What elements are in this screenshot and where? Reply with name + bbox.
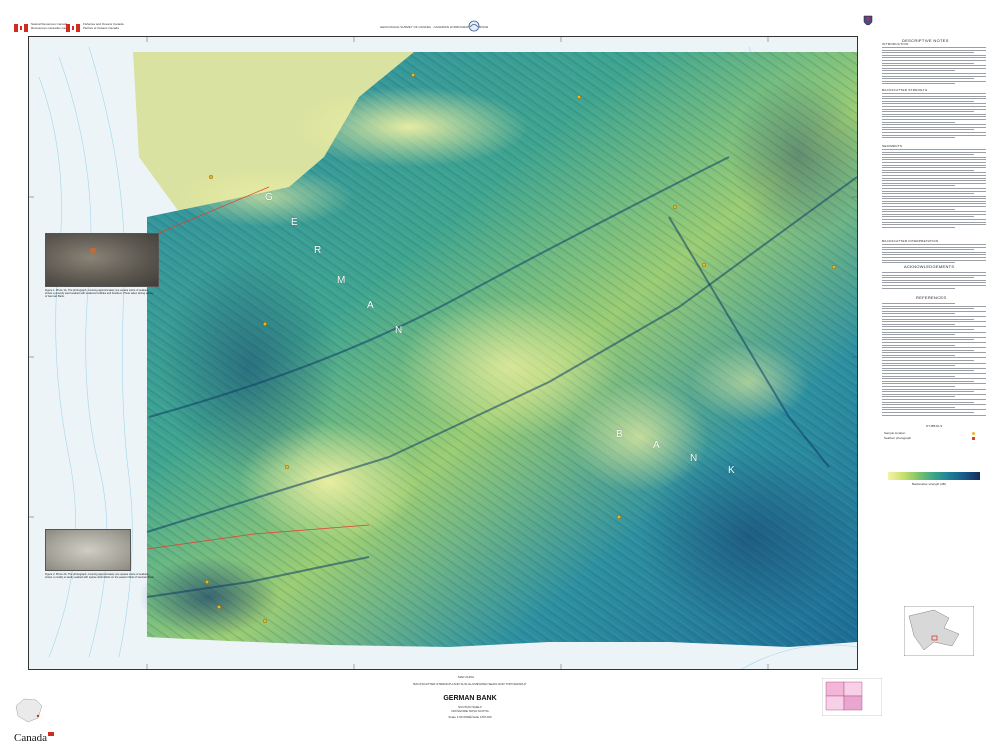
notes-section-title: INTRODUCTION [882, 42, 909, 46]
seafloor-photo-bottom[interactable] [45, 529, 131, 571]
map-number: MAP 2146A [458, 675, 474, 679]
map-label-letter: G [265, 192, 273, 203]
symbol-photo-label: Seafloor photograph [884, 436, 912, 440]
canada-flag-icon [14, 24, 28, 32]
map-label-letter: B [616, 429, 623, 440]
notes-text-block [882, 93, 986, 140]
seafloor-photo-top[interactable] [45, 233, 159, 287]
map-label-letter: A [367, 300, 374, 311]
photo-caption-top: Figure 1. Photo 1A. The photograph, cove… [45, 289, 154, 299]
map-label-letter: R [314, 245, 322, 256]
sample-point-icon [972, 432, 975, 435]
descriptive-notes: INTRODUCTION BACKSCATTER STRENGTH SEDIME… [882, 36, 986, 668]
notes-section-title: REFERENCES [916, 295, 947, 300]
map-subtitle-2: OFFSHORE NOVA SCOTIA [451, 709, 489, 713]
map-title: GERMAN BANK [443, 695, 497, 702]
photo-point-icon [972, 437, 975, 440]
notes-section-title: ACKNOWLEDGEMENTS [904, 264, 955, 269]
notes-text-block [882, 244, 986, 265]
notes-section-title: SEDIMENTS [882, 144, 903, 148]
backscatter-legend-bar [888, 472, 980, 480]
notes-section-title: BACKSCATTER STRENGTH [882, 88, 928, 92]
map-label-letter: N [690, 453, 698, 464]
map-label-letter: K [728, 465, 735, 476]
sheet-index-map [822, 678, 882, 716]
legend-label: Backscatter strength (dB) [912, 482, 946, 486]
agency-dfo-fr: Pêches et Océans Canada [83, 26, 119, 30]
survey-emblem-icon [468, 20, 480, 32]
map-label-letter: N [395, 325, 403, 336]
references-list [882, 303, 986, 417]
canada-flag-icon [66, 24, 80, 32]
bathymetry-map[interactable]: G E R M A N B A N K Figure 1. Photo 1A. … [28, 36, 858, 670]
coat-of-arms-icon [863, 15, 873, 26]
notes-text-block [882, 272, 986, 290]
notes-section-title: BACKSCATTER INTERPRETATION [882, 239, 939, 243]
map-label-letter: M [337, 275, 346, 286]
canada-wordmark: Canada [14, 732, 54, 744]
symbols-title: SYMBOLS [926, 424, 943, 428]
photo-caption-bottom: Figure 2. Photo 2A. The photograph, cove… [45, 573, 155, 580]
map-label-letter: A [653, 440, 660, 451]
canada-overview-map [15, 698, 43, 723]
notes-text-block [882, 149, 986, 229]
map-label-letter: E [291, 217, 298, 228]
series-title: BACKSCATTER STRENGTH AND SUN-ILLUMINATED… [413, 682, 527, 686]
map-sheet: Natural Resources Canada Ressources natu… [0, 0, 995, 756]
notes-text-block [882, 47, 986, 86]
map-scale: Scale 1:50 000/Échelle 1/50 000 [448, 715, 492, 719]
location-inset-map [904, 606, 974, 656]
